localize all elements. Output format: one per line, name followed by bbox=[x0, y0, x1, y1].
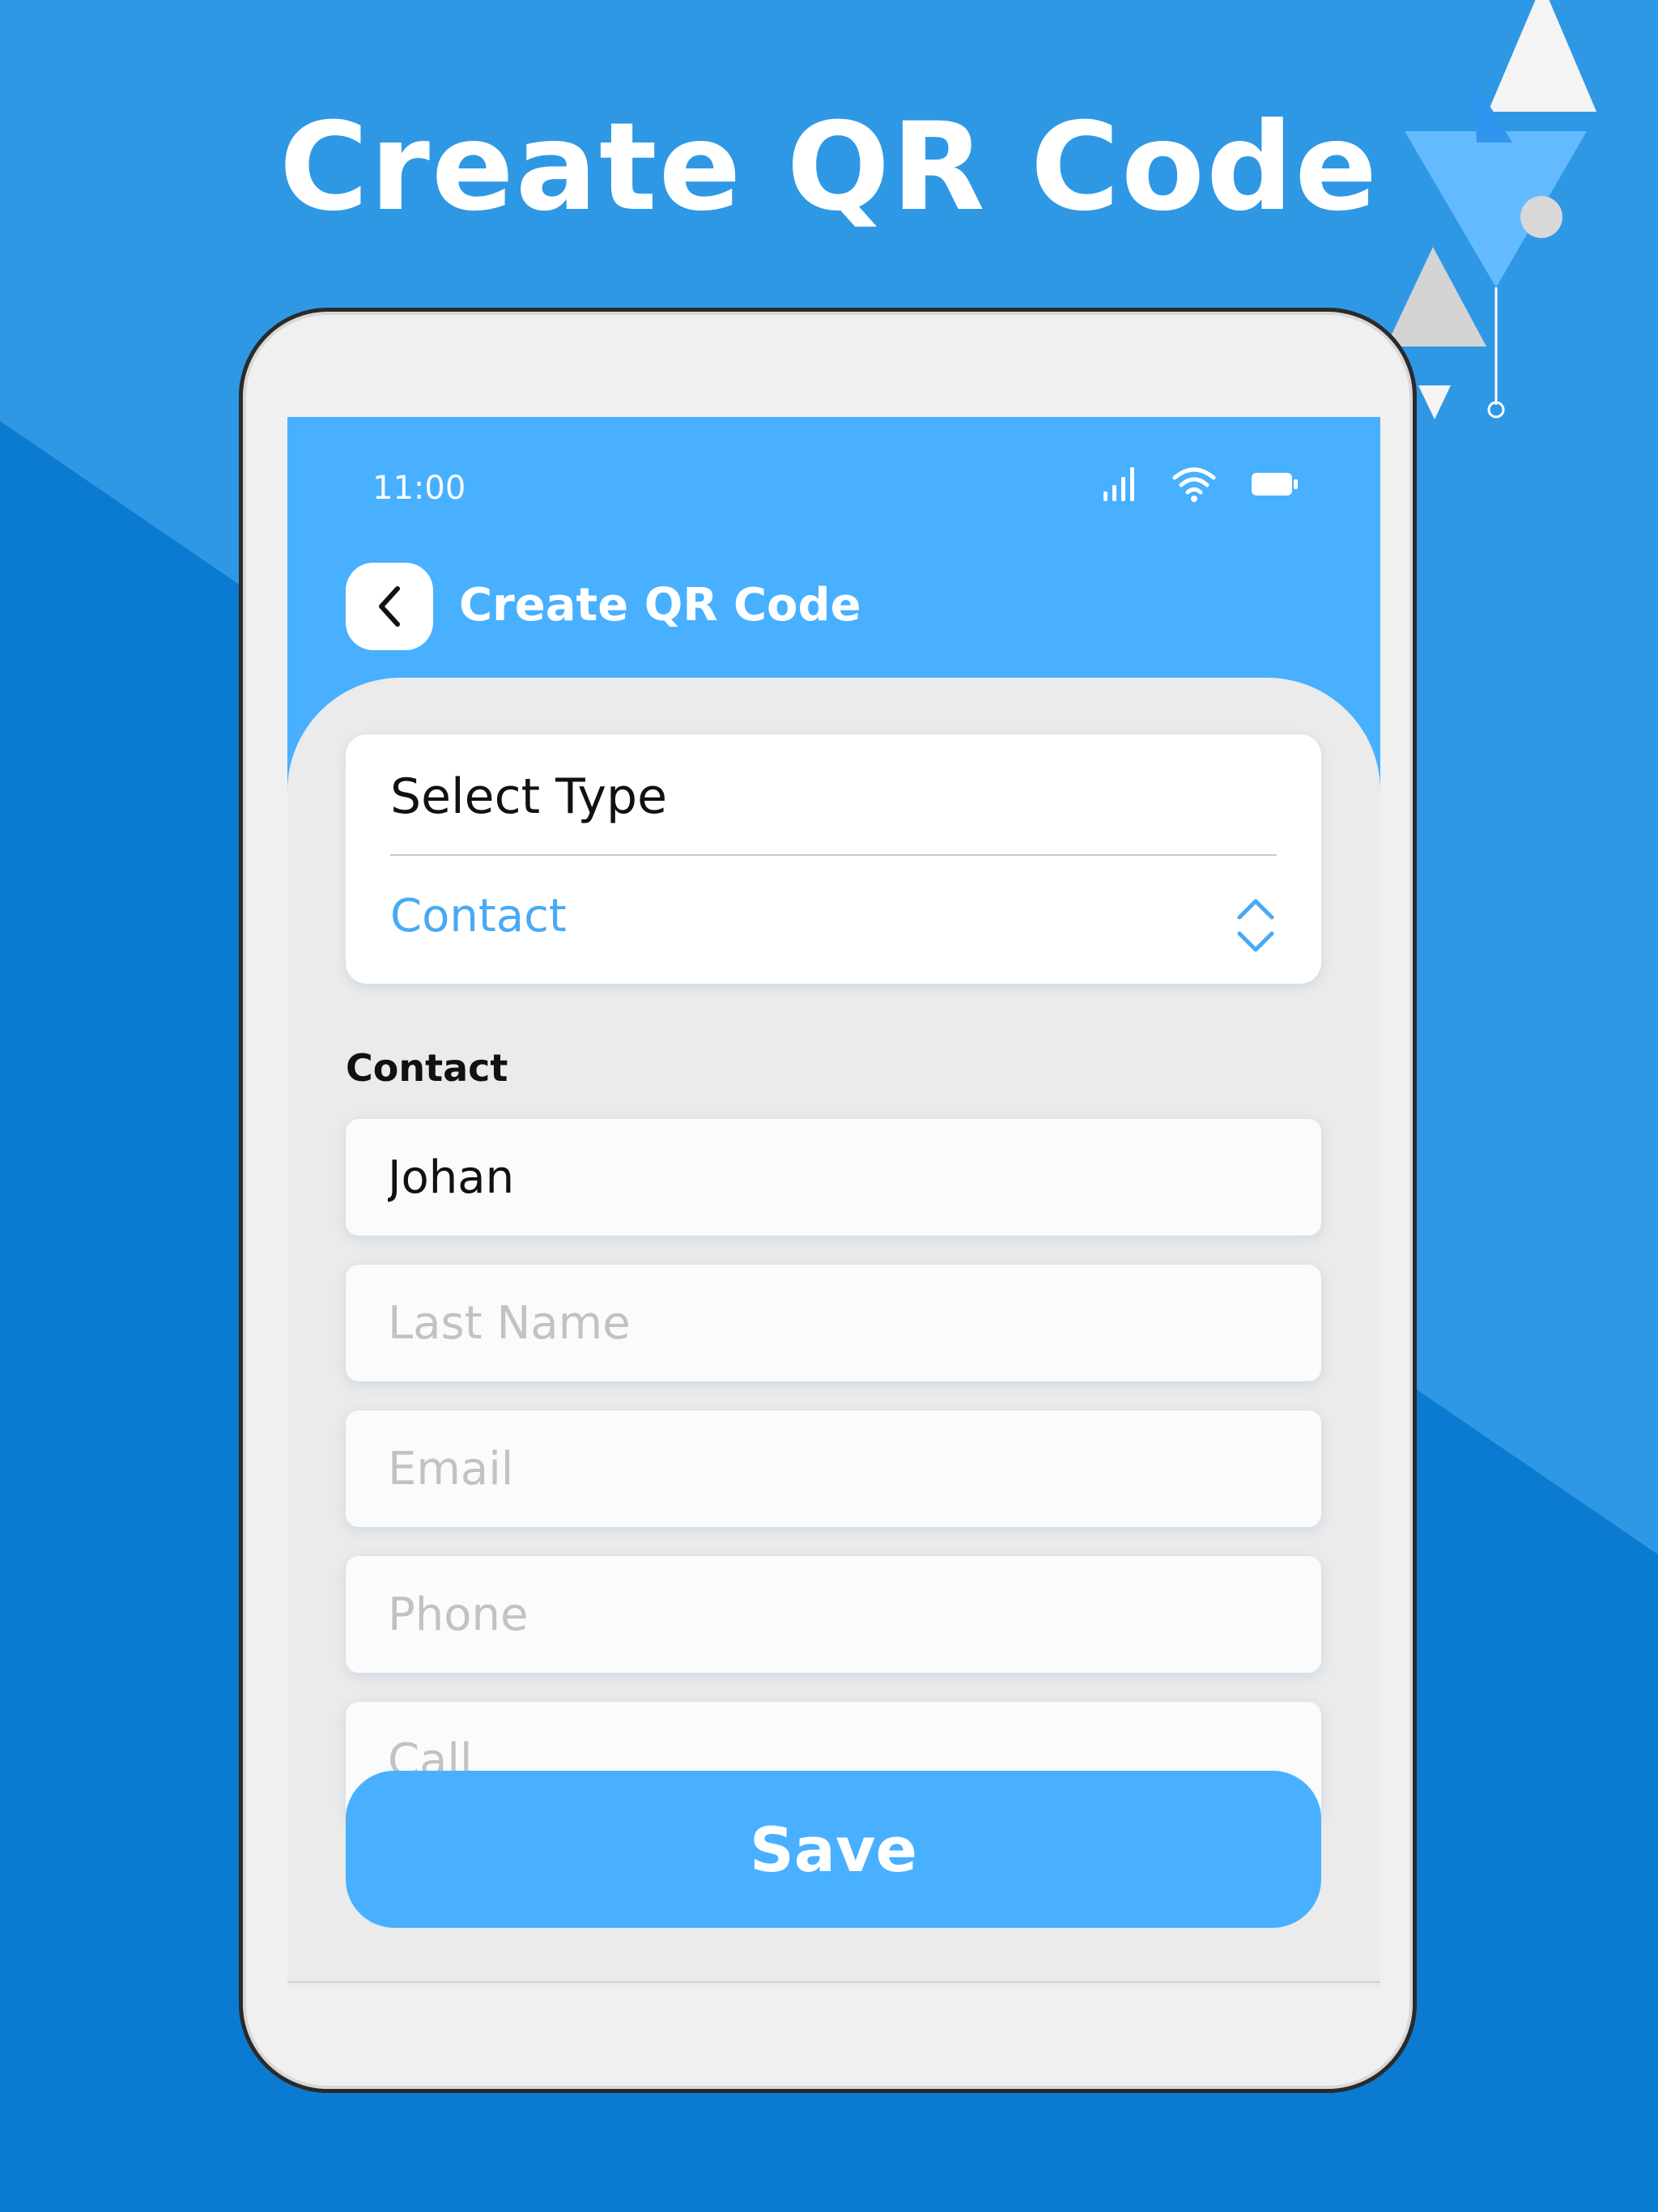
email-input[interactable] bbox=[346, 1410, 1321, 1527]
type-selector[interactable]: Select Type Contact bbox=[346, 734, 1321, 984]
page-title: Create QR Code bbox=[459, 579, 861, 632]
tablet-frame: 11:00 Create QR Code Select Type Contact… bbox=[239, 308, 1417, 2093]
phone-input[interactable] bbox=[346, 1556, 1321, 1673]
battery-icon bbox=[1252, 473, 1298, 496]
app-screen: 11:00 Create QR Code Select Type Contact… bbox=[287, 417, 1380, 1988]
signal-icon bbox=[1103, 467, 1134, 501]
status-time: 11:00 bbox=[372, 470, 466, 507]
save-button[interactable]: Save bbox=[346, 1771, 1321, 1928]
type-selected-value[interactable]: Contact bbox=[390, 890, 567, 942]
contact-section-label: Contact bbox=[346, 1046, 508, 1090]
type-selector-label: Select Type bbox=[390, 768, 667, 825]
chevron-up-down-icon[interactable] bbox=[1235, 896, 1277, 955]
form-panel: Select Type Contact Contact Save bbox=[287, 678, 1380, 1988]
chevron-left-icon bbox=[379, 586, 400, 627]
last-name-input[interactable] bbox=[346, 1265, 1321, 1381]
back-button[interactable] bbox=[346, 563, 433, 650]
first-name-input[interactable] bbox=[346, 1119, 1321, 1236]
wifi-icon bbox=[1172, 467, 1216, 502]
type-divider bbox=[390, 854, 1277, 856]
bottom-divider bbox=[287, 1981, 1380, 1983]
promo-headline: Create QR Code bbox=[278, 97, 1380, 238]
status-icons bbox=[1102, 466, 1299, 503]
